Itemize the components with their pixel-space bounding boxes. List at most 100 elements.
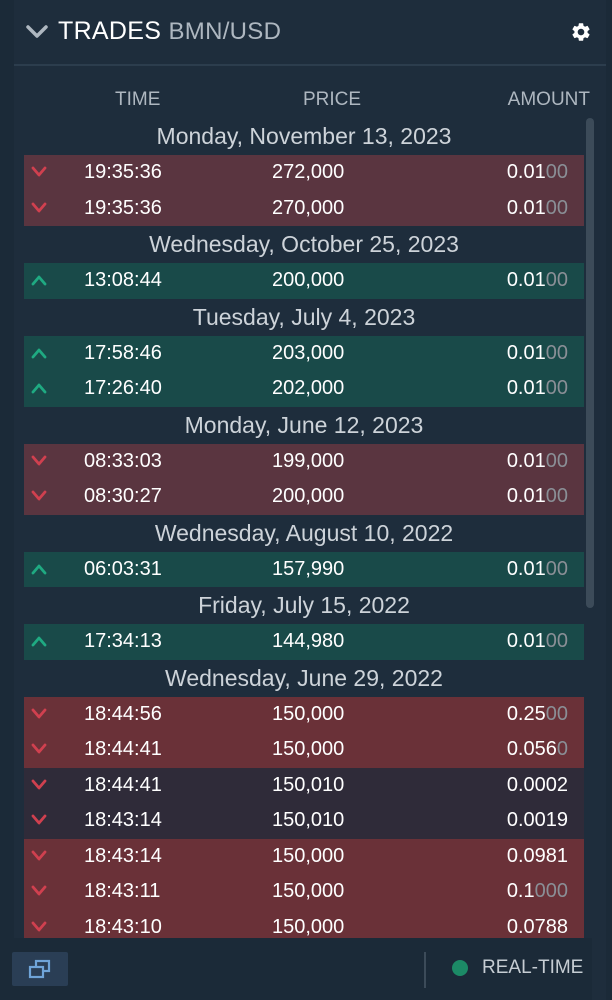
chevron-down-icon xyxy=(31,166,47,177)
column-time: TIME xyxy=(115,89,161,110)
trade-time: 13:08:44 xyxy=(84,269,162,291)
date-separator: Wednesday, October 25, 2023 xyxy=(24,226,584,263)
trade-price: 199,000 xyxy=(272,449,345,472)
amount-faded: 0 xyxy=(556,738,568,760)
amount-faded: 00 xyxy=(545,269,568,291)
trade-price: 270,000 xyxy=(272,196,345,219)
amount-main: 0.01 xyxy=(506,449,546,472)
trade-time: 17:34:13 xyxy=(84,630,162,652)
column-price: PRICE xyxy=(303,89,362,110)
trade-amount: 0.0100 xyxy=(507,263,568,299)
trade-row[interactable]: 18:43:14 150,000 0.0981 xyxy=(24,838,584,875)
amount-main: 0.056 xyxy=(506,738,557,760)
trade-amount: 0.0788 xyxy=(507,910,568,939)
amount-faded: 00 xyxy=(545,341,568,364)
popout-button[interactable] xyxy=(12,952,68,986)
trade-row[interactable]: 18:43:10 150,000 0.0788 xyxy=(24,909,584,939)
chevron-up-icon xyxy=(31,564,47,574)
amount-faded: 00 xyxy=(545,702,568,725)
trade-row[interactable]: 18:44:41 150,010 0.0002 xyxy=(24,767,584,804)
date-separator: Monday, November 13, 2023 xyxy=(24,118,584,155)
trade-row[interactable]: 18:44:41 150,000 0.0560 xyxy=(24,732,584,768)
panel-header: TRADES BMN/USD xyxy=(14,0,606,66)
date-separator: Friday, July 15, 2022 xyxy=(24,587,584,624)
trade-amount: 0.0100 xyxy=(507,191,568,227)
amount-faded: 00 xyxy=(545,485,568,507)
trade-row[interactable]: 08:30:27 200,000 0.0100 xyxy=(24,479,584,515)
pair-text: BMN/USD xyxy=(168,18,282,45)
trade-amount: 0.0981 xyxy=(507,839,568,875)
trade-row[interactable]: 18:43:14 150,010 0.0019 xyxy=(24,803,584,839)
trade-amount: 0.1000 xyxy=(507,874,568,910)
trade-row[interactable]: 19:35:36 272,000 0.0100 xyxy=(24,155,584,191)
trade-time: 18:43:14 xyxy=(84,809,162,831)
amount-faded: 00 xyxy=(545,161,568,183)
chevron-up-icon xyxy=(31,636,47,647)
scrollbar-thumb[interactable] xyxy=(586,118,594,608)
trade-list[interactable]: Monday, November 13, 2023 19:35:36 272,000… xyxy=(24,118,584,938)
scrollbar[interactable] xyxy=(586,118,594,938)
footer-divider xyxy=(424,952,426,988)
amount-main: 0.01 xyxy=(506,557,546,580)
trade-time: 17:26:40 xyxy=(84,377,162,399)
trade-time: 18:44:41 xyxy=(84,773,162,796)
trade-row[interactable]: 19:35:36 270,000 0.0100 xyxy=(24,190,584,227)
chevron-down-icon xyxy=(31,885,47,896)
trade-row[interactable]: 08:33:03 199,000 0.0100 xyxy=(24,443,584,480)
chevron-down-icon xyxy=(31,743,47,754)
trade-price: 150,000 xyxy=(272,702,345,725)
trade-row[interactable]: 06:03:31 157,990 0.0100 xyxy=(24,551,584,587)
amount-main: 0.0002 xyxy=(506,773,568,796)
trade-time: 08:30:27 xyxy=(84,485,162,507)
trade-amount: 0.0100 xyxy=(507,444,568,480)
trade-price: 144,980 xyxy=(272,630,345,652)
panel-footer: REAL-TIME xyxy=(0,938,592,1000)
trade-price: 150,010 xyxy=(272,809,345,831)
trade-amount: 0.0002 xyxy=(507,768,568,804)
trade-amount: 0.0019 xyxy=(507,803,568,839)
trade-row[interactable]: 17:26:40 202,000 0.0100 xyxy=(24,371,584,407)
amount-main: 0.25 xyxy=(506,702,546,725)
trade-row[interactable]: 17:34:13 144,980 0.0100 xyxy=(24,624,584,660)
chevron-down-icon xyxy=(31,455,47,465)
amount-main: 0.01 xyxy=(506,269,546,291)
trade-row[interactable]: 17:58:46 203,000 0.0100 xyxy=(24,335,584,371)
chevron-down-icon xyxy=(31,490,47,501)
gear-icon[interactable] xyxy=(570,21,592,43)
column-amount: AMOUNT xyxy=(507,89,590,110)
chevron-down-icon xyxy=(31,814,47,825)
trade-time: 19:35:36 xyxy=(84,196,162,219)
trade-time: 18:43:11 xyxy=(84,880,161,902)
trade-row[interactable]: 18:43:11 150,000 0.1000 xyxy=(24,874,584,910)
trade-time: 18:43:14 xyxy=(84,844,162,867)
trade-price: 150,010 xyxy=(272,773,345,796)
chevron-down-icon xyxy=(31,708,47,718)
realtime-status-dot xyxy=(452,960,468,976)
amount-faded: 000 xyxy=(534,880,568,902)
trade-price: 202,000 xyxy=(272,377,345,399)
chevron-up-icon xyxy=(31,348,47,358)
trade-amount: 0.0100 xyxy=(507,371,568,407)
amount-faded: 00 xyxy=(545,557,568,580)
column-headers: TIME PRICE AMOUNT xyxy=(24,89,596,115)
trade-amount: 0.0100 xyxy=(507,155,568,191)
trade-price: 150,000 xyxy=(272,738,345,760)
trade-row[interactable]: 13:08:44 200,000 0.0100 xyxy=(24,263,584,299)
trade-time: 06:03:31 xyxy=(84,557,162,580)
amount-main: 0.01 xyxy=(506,485,546,507)
amount-faded: 00 xyxy=(545,630,568,652)
chevron-down-icon xyxy=(31,921,47,931)
chevron-down-icon xyxy=(31,779,47,789)
amount-main: 0.0981 xyxy=(506,844,568,867)
popout-window-icon xyxy=(28,959,51,979)
trade-price: 150,000 xyxy=(272,880,345,902)
chevron-down-icon[interactable] xyxy=(26,24,48,40)
amount-main: 0.01 xyxy=(506,341,546,364)
title-text: TRADES xyxy=(58,17,162,45)
trade-row[interactable]: 18:44:56 150,000 0.2500 xyxy=(24,696,584,732)
amount-main: 0.01 xyxy=(506,630,546,652)
chevron-down-icon xyxy=(31,202,47,212)
amount-faded: 00 xyxy=(545,196,568,219)
amount-main: 0.0788 xyxy=(506,915,568,938)
trade-time: 19:35:36 xyxy=(84,161,162,183)
